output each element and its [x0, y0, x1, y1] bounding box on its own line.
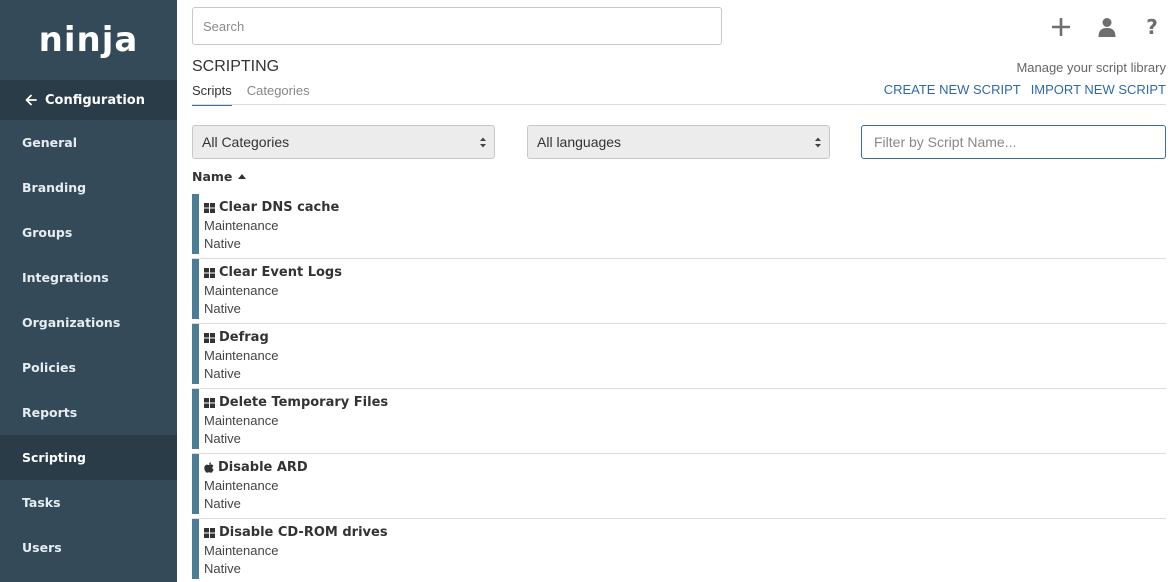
tab-categories[interactable]: Categories: [247, 82, 310, 106]
tab-divider: [192, 104, 1166, 105]
page-title: SCRIPTING: [192, 58, 280, 75]
sidebar-item-label: General: [22, 135, 77, 150]
sidebar-item-label: Policies: [22, 360, 76, 375]
windows-icon: [204, 527, 215, 538]
table-row[interactable]: Defrag Maintenance Native: [192, 324, 1166, 389]
windows-icon: [204, 202, 215, 213]
sidebar-item-organizations[interactable]: Organizations: [0, 300, 177, 345]
script-category: Maintenance: [204, 413, 279, 428]
row-accent-bar: [192, 519, 199, 579]
language-select[interactable]: All languages: [527, 125, 830, 159]
row-accent-bar: [192, 389, 199, 449]
script-name: Delete Temporary Files: [219, 395, 389, 410]
row-accent-bar: [192, 194, 199, 254]
script-name: Disable CD-ROM drives: [219, 525, 388, 540]
logo-text: ninja: [38, 20, 139, 60]
user-icon[interactable]: [1094, 14, 1120, 40]
sidebar-item-label: Users: [22, 540, 62, 555]
ninja-logo[interactable]: ninja: [0, 0, 177, 80]
create-new-script-link[interactable]: CREATE NEW SCRIPT: [884, 82, 1021, 97]
windows-icon: [204, 397, 215, 408]
script-language: Native: [204, 431, 241, 446]
apple-icon: [204, 462, 214, 473]
sidebar-item-general[interactable]: General: [0, 120, 177, 165]
script-name: Clear DNS cache: [219, 200, 340, 215]
page-subtitle: Manage your script library: [1016, 60, 1166, 75]
tab-scripts[interactable]: Scripts: [192, 82, 232, 106]
table-row[interactable]: Delete Temporary Files Maintenance Nativ…: [192, 389, 1166, 454]
script-name-filter[interactable]: [861, 125, 1166, 159]
sidebar-item-label: Organizations: [22, 315, 121, 330]
sidebar-item-label: Tasks: [22, 495, 61, 510]
help-icon[interactable]: ?: [1139, 14, 1165, 40]
table-row[interactable]: Clear DNS cache Maintenance Native: [192, 194, 1166, 259]
table-row[interactable]: Disable ARD Maintenance Native: [192, 454, 1166, 519]
script-category: Maintenance: [204, 218, 279, 233]
select-caret-icon: [815, 137, 821, 148]
main-content: ? SCRIPTING Manage your script library S…: [177, 0, 1172, 582]
sidebar-item-reports[interactable]: Reports: [0, 390, 177, 435]
import-new-script-link[interactable]: IMPORT NEW SCRIPT: [1031, 82, 1166, 97]
sidebar-item-label: Branding: [22, 180, 87, 195]
script-language: Native: [204, 236, 241, 251]
script-language: Native: [204, 561, 241, 576]
table-row[interactable]: Clear Event Logs Maintenance Native: [192, 259, 1166, 324]
sidebar-item-groups[interactable]: Groups: [0, 210, 177, 255]
sidebar-item-label: Reports: [22, 405, 78, 420]
svg-text:?: ?: [1146, 17, 1158, 37]
sidebar-item-integrations[interactable]: Integrations: [0, 255, 177, 300]
sidebar-header-label: Configuration: [45, 92, 145, 108]
language-select-value: All languages: [537, 134, 622, 150]
script-language: Native: [204, 496, 241, 511]
row-accent-bar: [192, 454, 199, 514]
script-language: Native: [204, 301, 241, 316]
column-label: Name: [192, 169, 233, 184]
windows-icon: [204, 267, 215, 278]
script-language: Native: [204, 366, 241, 381]
arrow-left-icon: [25, 94, 37, 106]
windows-icon: [204, 332, 215, 343]
script-category: Maintenance: [204, 478, 279, 493]
plus-icon[interactable]: [1048, 14, 1074, 40]
script-category: Maintenance: [204, 283, 279, 298]
row-accent-bar: [192, 259, 199, 319]
script-name: Clear Event Logs: [219, 265, 342, 280]
sidebar: ninja Configuration General Branding Gro…: [0, 0, 177, 582]
name-column-header[interactable]: Name: [192, 169, 247, 184]
category-select[interactable]: All Categories: [192, 125, 495, 159]
back-to-configuration[interactable]: Configuration: [0, 80, 177, 120]
script-name: Defrag: [219, 330, 269, 345]
search-input[interactable]: [192, 7, 722, 45]
sidebar-item-label: Groups: [22, 225, 73, 240]
tab-bar: Scripts Categories: [192, 82, 325, 106]
select-caret-icon: [480, 137, 486, 148]
header-actions: CREATE NEW SCRIPT IMPORT NEW SCRIPT: [874, 82, 1166, 97]
row-accent-bar: [192, 324, 199, 384]
script-name: Disable ARD: [218, 460, 308, 475]
sidebar-item-users[interactable]: Users: [0, 525, 177, 570]
sidebar-item-label: Integrations: [22, 270, 109, 285]
table-row[interactable]: Disable CD-ROM drives Maintenance Native: [192, 519, 1166, 582]
sidebar-item-tasks[interactable]: Tasks: [0, 480, 177, 525]
sidebar-item-scripting[interactable]: Scripting: [0, 435, 177, 480]
script-category: Maintenance: [204, 348, 279, 363]
category-select-value: All Categories: [202, 134, 290, 150]
script-category: Maintenance: [204, 543, 279, 558]
sidebar-item-policies[interactable]: Policies: [0, 345, 177, 390]
sidebar-item-label: Scripting: [22, 450, 86, 465]
sort-ascending-icon: [238, 174, 247, 179]
sidebar-item-branding[interactable]: Branding: [0, 165, 177, 210]
